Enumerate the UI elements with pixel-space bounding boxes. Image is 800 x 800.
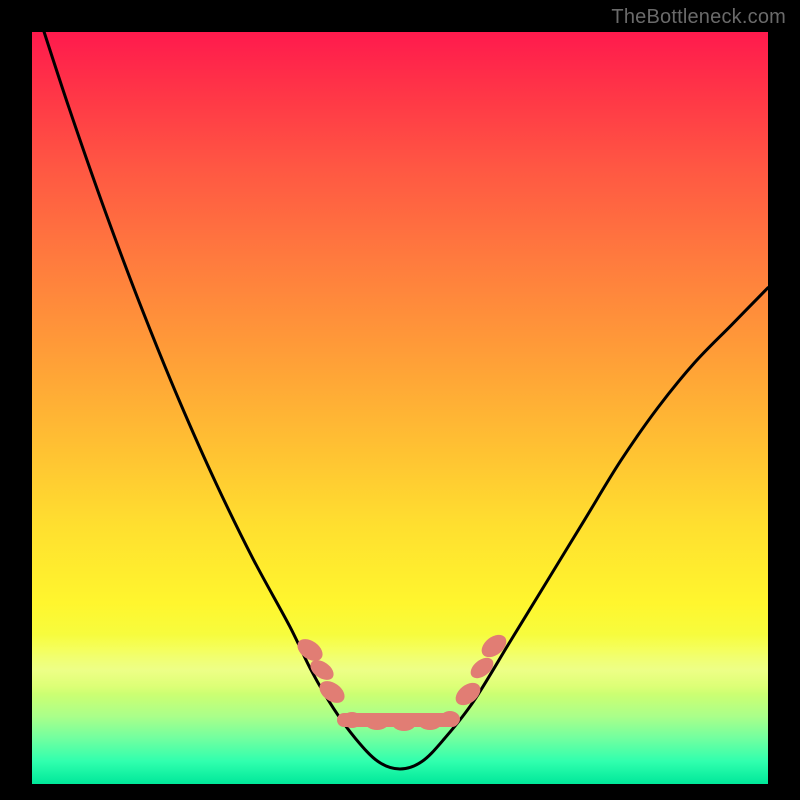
marker-chain bbox=[293, 630, 510, 731]
curve-svg bbox=[32, 32, 768, 784]
attribution-text: TheBottleneck.com bbox=[611, 6, 786, 29]
chart-frame: TheBottleneck.com bbox=[0, 0, 800, 800]
bottleneck-curve bbox=[32, 0, 768, 769]
plot-area bbox=[32, 32, 768, 784]
